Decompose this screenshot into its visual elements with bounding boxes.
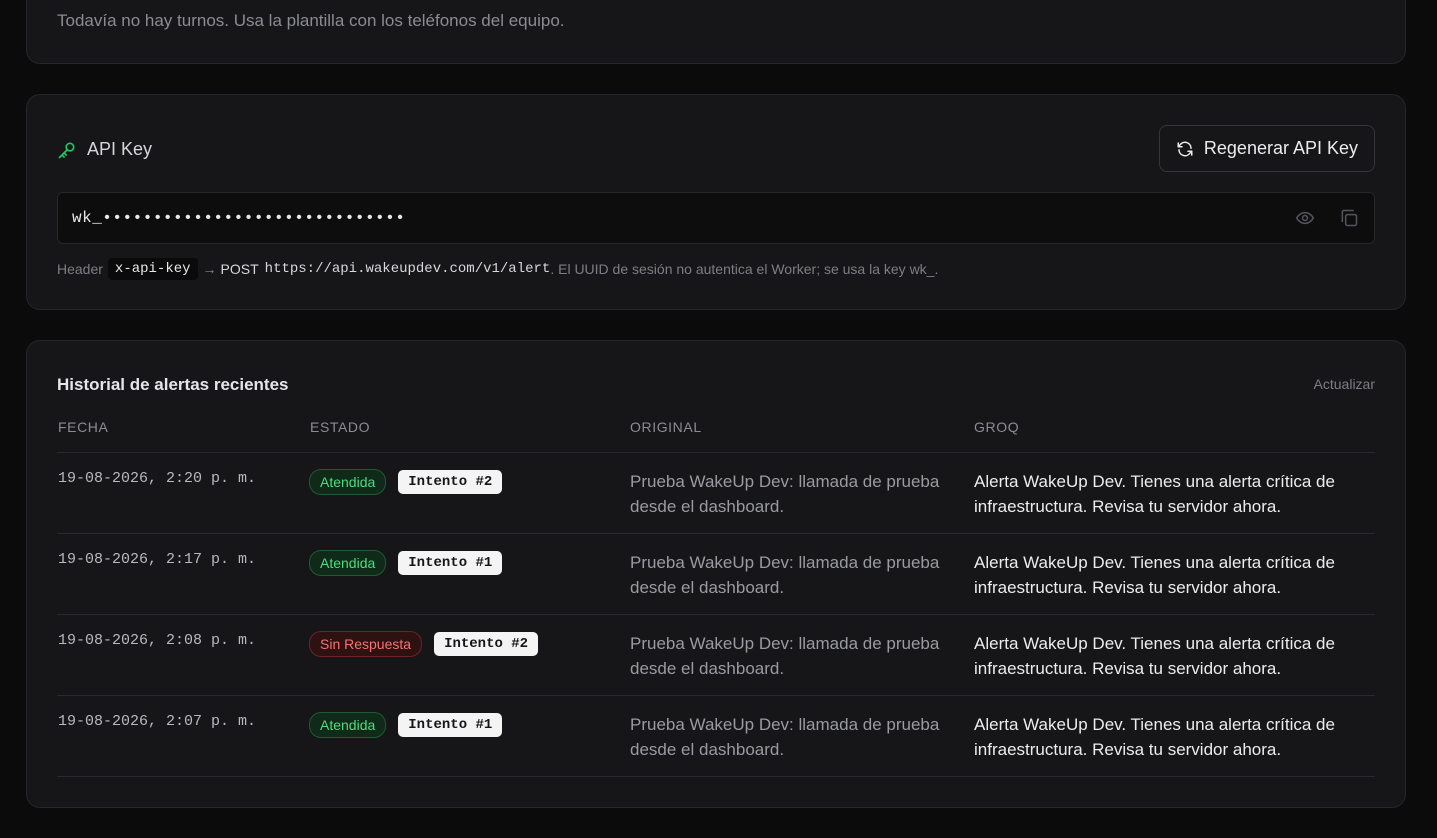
- api-key-help-text: Header x-api-key → POST https://api.wake…: [57, 258, 938, 280]
- row-status: Sin Respuesta Intento #2: [309, 631, 539, 657]
- row-status: Atendida Intento #2: [309, 469, 503, 495]
- api-key-title: API Key: [87, 139, 153, 159]
- table-row: 19-08-2026, 2:08 p. m. Sin Respuesta Int…: [57, 615, 1375, 696]
- table-header: FECHA ESTADO ORIGINAL GROQ: [57, 411, 1375, 453]
- api-key-header: API Key: [57, 139, 152, 160]
- row-date: 19-08-2026, 2:17 p. m.: [58, 551, 257, 568]
- row-original-text: Prueba WakeUp Dev: llamada de prueba des…: [630, 472, 940, 516]
- help-prefix: Header: [57, 261, 103, 277]
- column-header-date: FECHA: [58, 419, 109, 435]
- history-title: Historial de alertas recientes: [57, 375, 289, 394]
- row-groq-text: Alerta WakeUp Dev. Tienes una alerta crí…: [974, 715, 1335, 759]
- regenerate-api-key-button[interactable]: Regenerar API Key: [1158, 125, 1375, 172]
- column-header-original: ORIGINAL: [630, 419, 702, 435]
- eye-icon[interactable]: [1294, 207, 1316, 229]
- row-date: 19-08-2026, 2:08 p. m.: [58, 632, 257, 649]
- status-badge: Atendida: [309, 469, 387, 495]
- row-original-text: Prueba WakeUp Dev: llamada de prueba des…: [630, 715, 940, 759]
- status-badge: Sin Respuesta: [309, 631, 423, 657]
- row-date: 19-08-2026, 2:20 p. m.: [58, 470, 257, 487]
- alert-history-table: FECHA ESTADO ORIGINAL GROQ 19-08-2026, 2…: [57, 411, 1375, 777]
- row-original-text: Prueba WakeUp Dev: llamada de prueba des…: [630, 553, 940, 597]
- refresh-button[interactable]: Actualizar: [1314, 376, 1375, 392]
- attempt-badge: Intento #1: [398, 551, 503, 575]
- alert-history-card: Historial de alertas recientes Actualiza…: [26, 340, 1406, 808]
- table-row: 19-08-2026, 2:17 p. m. Atendida Intento …: [57, 534, 1375, 615]
- api-key-card: API Key Regenerar API Key wk_•••••••••••…: [26, 94, 1406, 310]
- column-header-groq: GROQ: [974, 419, 1020, 435]
- regenerate-api-key-label: Regenerar API Key: [1203, 138, 1358, 158]
- row-status: Atendida Intento #1: [309, 712, 503, 738]
- refresh-icon: [1176, 140, 1194, 158]
- help-suffix: . El UUID de sesión no autentica el Work…: [550, 261, 939, 277]
- row-original-text: Prueba WakeUp Dev: llamada de prueba des…: [630, 634, 940, 678]
- row-status: Atendida Intento #1: [309, 550, 503, 576]
- copy-icon[interactable]: [1338, 207, 1360, 229]
- help-arrow: →: [202, 261, 217, 277]
- help-method: POST: [220, 261, 259, 277]
- column-header-status: ESTADO: [310, 419, 371, 435]
- table-row: 19-08-2026, 2:20 p. m. Atendida Intento …: [57, 453, 1375, 534]
- row-date: 19-08-2026, 2:07 p. m.: [58, 713, 257, 730]
- table-row: 19-08-2026, 2:07 p. m. Atendida Intento …: [57, 696, 1375, 777]
- attempt-badge: Intento #2: [398, 470, 503, 494]
- header-name-chip: x-api-key: [107, 258, 198, 280]
- shifts-empty-message: Todavía no hay turnos. Usa la plantilla …: [57, 11, 565, 30]
- attempt-badge: Intento #1: [398, 713, 503, 737]
- status-badge: Atendida: [309, 550, 387, 576]
- key-icon: [57, 140, 77, 160]
- api-key-field[interactable]: wk_••••••••••••••••••••••••••••••: [57, 192, 1375, 244]
- row-groq-text: Alerta WakeUp Dev. Tienes una alerta crí…: [974, 472, 1335, 516]
- help-endpoint: https://api.wakeupdev.com/v1/alert: [264, 261, 551, 277]
- row-groq-text: Alerta WakeUp Dev. Tienes una alerta crí…: [974, 634, 1335, 678]
- attempt-badge: Intento #2: [434, 632, 539, 656]
- status-badge: Atendida: [309, 712, 387, 738]
- api-key-value: wk_••••••••••••••••••••••••••••••: [72, 209, 406, 227]
- row-groq-text: Alerta WakeUp Dev. Tienes una alerta crí…: [974, 553, 1335, 597]
- shifts-card: Todavía no hay turnos. Usa la plantilla …: [26, 0, 1406, 64]
